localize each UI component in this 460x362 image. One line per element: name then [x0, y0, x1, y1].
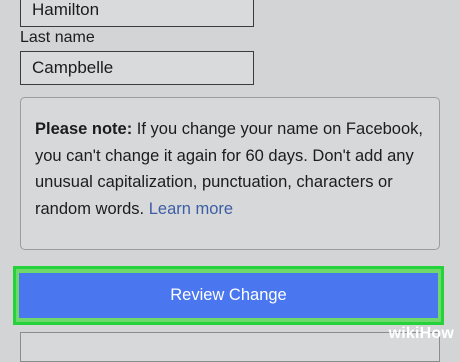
- note-lead: Please note:: [35, 120, 133, 138]
- watermark-how: How: [419, 325, 454, 342]
- last-name-label: Last name: [20, 29, 95, 46]
- first-name-field[interactable]: Hamilton: [20, 0, 254, 27]
- wikihow-watermark: wikiHow: [389, 325, 454, 343]
- next-section-box: [20, 332, 440, 362]
- learn-more-link[interactable]: Learn more: [149, 200, 233, 218]
- watermark-wiki: wiki: [388, 325, 420, 342]
- name-change-note: Please note: If you change your name on …: [20, 97, 440, 250]
- review-change-button[interactable]: Review Change: [19, 273, 438, 318]
- name-edit-panel: Hamilton Last name Campbelle Please note…: [0, 0, 460, 362]
- last-name-field[interactable]: Campbelle: [20, 51, 254, 85]
